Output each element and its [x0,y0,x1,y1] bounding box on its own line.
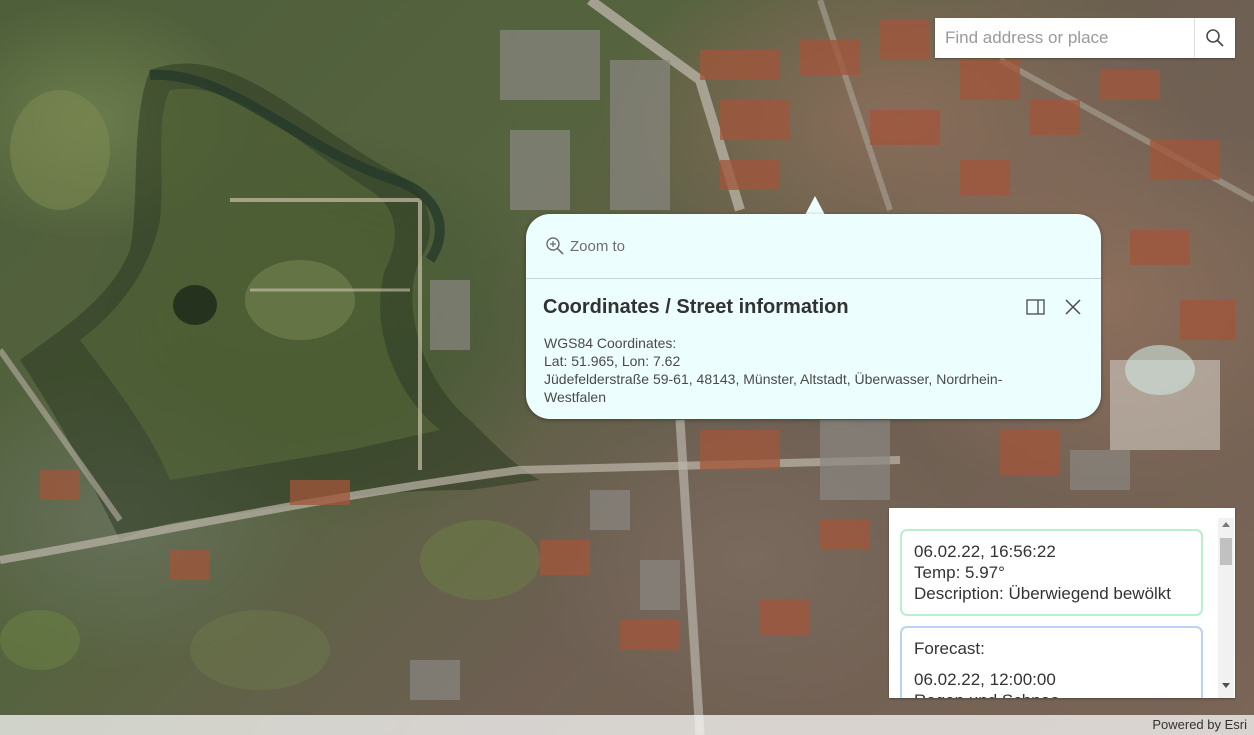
search-button[interactable] [1194,18,1235,58]
zoom-to-label: Zoom to [570,237,626,255]
current-temp: Temp: 5.97° [914,563,1005,582]
zoom-in-icon [546,237,564,255]
popup-content: WGS84 Coordinates: Lat: 51.965, Lon: 7.6… [544,334,1064,406]
attribution-bar: Powered by Esri [0,715,1254,735]
forecast-card: Forecast: 06.02.22, 12:00:00 Regen und S… [900,626,1203,698]
feature-popup: Zoom to Coordinates / Street information… [526,214,1101,419]
zoom-to-button[interactable]: Zoom to [545,236,625,256]
forecast-datetime: 06.02.22, 12:00:00 [914,670,1056,689]
search-icon [1206,29,1224,47]
current-weather-card: 06.02.22, 16:56:22 Temp: 5.97° Descripti… [900,529,1203,616]
current-datetime: 06.02.22, 16:56:22 [914,542,1056,561]
scroll-thumb[interactable] [1220,538,1232,565]
search-widget [935,18,1235,58]
popup-pointer [805,196,825,215]
close-button[interactable] [1061,296,1085,318]
attribution-text[interactable]: Powered by Esri [1152,717,1247,732]
forecast-description: Regen und Schnee [914,690,1189,698]
forecast-heading: Forecast: [914,639,985,658]
search-input[interactable] [935,18,1194,58]
scroll-up-arrow-icon[interactable] [1222,522,1230,527]
weather-panel[interactable]: 06.02.22, 16:56:22 Temp: 5.97° Descripti… [889,508,1235,698]
lat-lon-text: Lat: 51.965, Lon: 7.62 [544,353,681,369]
coordinates-heading: WGS84 Coordinates: [544,335,677,351]
popup-title: Coordinates / Street information [543,296,849,318]
scroll-down-arrow-icon[interactable] [1222,683,1230,688]
weather-scrollbar[interactable] [1218,518,1234,698]
address-text: Jüdefelderstraße 59-61, 48143, Münster, … [544,371,1003,405]
close-icon [1065,299,1081,315]
dock-button[interactable] [1024,296,1048,318]
current-description: Description: Überwiegend bewölkt [914,584,1172,603]
dock-icon [1026,299,1045,315]
popup-divider [526,278,1101,279]
